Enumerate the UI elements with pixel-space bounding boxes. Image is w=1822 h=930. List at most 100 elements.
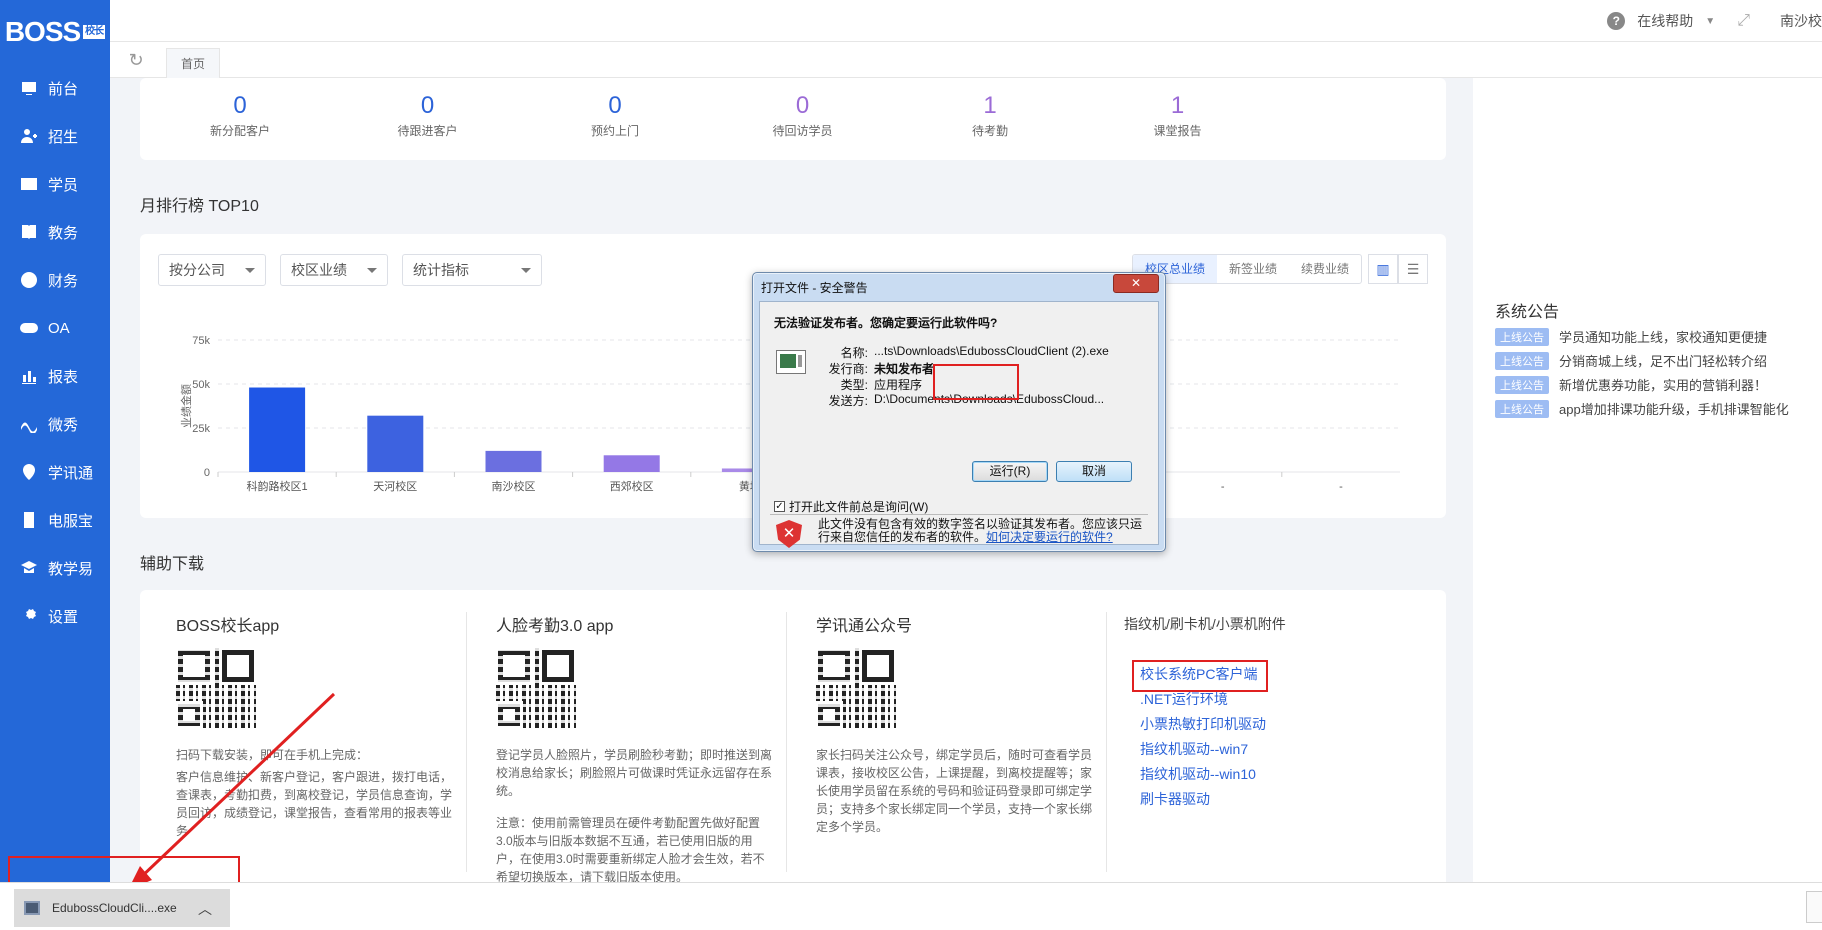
stat-value: 0 <box>233 92 247 119</box>
notice-item[interactable]: 上线公告 app增加排课功能升级，手机排课智能化 <box>1495 399 1789 418</box>
stat-value: 1 <box>983 92 997 119</box>
download-desc: 扫码下载安装，即可在手机上完成： <box>176 748 369 762</box>
run-button[interactable]: 运行(R) <box>972 461 1048 482</box>
boss-app-column: BOSS校长app 扫码下载安装，即可在手机上完成： 客户信息维护、新客户登记，… <box>175 612 456 840</box>
dialog-field: 名称: ...ts\Downloads\EdubossCloudClient (2… <box>810 344 1144 361</box>
chart-bar <box>367 415 424 472</box>
notice-item[interactable]: 上线公告 新增优惠券功能，实用的营销利器！ <box>1495 375 1767 394</box>
sidebar-item-7[interactable]: 报表 <box>0 352 110 400</box>
ranking-title: 月排行榜 TOP10 <box>140 198 259 215</box>
location-icon <box>20 463 38 481</box>
y-tick-label: 50k <box>192 379 210 391</box>
yen-icon <box>20 271 38 289</box>
wechat-column: 学讯通公众号 家长扫码关注公众号，绑定学员后，随时可查看学员课表，接收校区公告，… <box>815 612 1096 836</box>
x-tick-label: 科韵路校区1 <box>247 479 308 493</box>
sidebar-item-label: 设置 <box>48 608 79 626</box>
sidebar-item-6[interactable]: OA <box>0 304 110 352</box>
download-desc: 客户信息维护、新客户登记，客户跟进，拨打电话，查课表，考勤扣费，到离校登记，学员… <box>176 770 453 838</box>
dialog-title: 打开文件 - 安全警告 <box>761 281 868 295</box>
notice-item[interactable]: 上线公告 学员通知功能上线，家校通知更便捷 <box>1495 327 1767 346</box>
download-desc: 登记学员人脸照片，学员刷脸秒考勤；即时推送到离校消息给家长；刷脸照片可做课时凭证… <box>496 748 773 798</box>
sidebar-item-11[interactable]: 教学易 <box>0 544 110 592</box>
sidebar-item-5[interactable]: 财务 <box>0 256 110 304</box>
sidebar-item-label: 电服宝 <box>48 512 94 530</box>
y-axis-label: 业绩金额 <box>179 384 193 428</box>
downloads-title: 辅助下载 <box>140 556 205 573</box>
sidebar-item-9[interactable]: 学讯通 <box>0 448 110 496</box>
stat-item[interactable]: 0 待跟进客户 <box>348 92 508 139</box>
divider <box>466 612 467 872</box>
online-help-link[interactable]: 在线帮助 <box>1637 11 1693 31</box>
exe-file-icon <box>24 901 40 915</box>
cancel-button[interactable]: 取消 <box>1056 461 1132 482</box>
book-icon <box>20 223 38 241</box>
download-bar-close[interactable] <box>1806 891 1822 923</box>
sidebar-item-1[interactable]: 前台 <box>0 64 110 112</box>
download-link[interactable]: 指纹机驱动--win10 <box>1140 762 1266 787</box>
notice-panel: 系统公告 上线公告 学员通知功能上线，家校通知更便捷 上线公告 分销商城上线，足不出门… <box>1473 78 1822 882</box>
sidebar: BOSS 校长 前台 招生学员教务 财务 OA 报表微秀学讯通电服宝教学易设置 <box>0 0 110 882</box>
field-key: 发送方: <box>828 394 868 408</box>
stat-label: 新分配客户 <box>209 124 270 138</box>
download-desc: 注意：使用前需管理员在硬件考勤配置先做好配置3.0版本与旧版本数据不互通，若已使… <box>496 816 765 882</box>
user-name[interactable]: 南沙校 <box>1780 11 1822 31</box>
y-tick-label: 0 <box>204 467 210 479</box>
sidebar-item-2[interactable]: 招生 <box>0 112 110 160</box>
divider <box>770 514 1148 515</box>
refresh-icon[interactable]: ↻ <box>126 50 146 70</box>
stat-item[interactable]: 0 预约上门 <box>535 92 695 139</box>
stat-label: 待考勤 <box>971 124 1008 138</box>
help-link[interactable]: 如何决定要运行的软件? <box>986 530 1113 544</box>
x-tick-label: - <box>1339 481 1343 493</box>
notice-tag: 上线公告 <box>1495 375 1549 394</box>
sidebar-item-label: OA <box>48 319 70 337</box>
monitor-icon <box>20 79 38 97</box>
chevron-down-icon[interactable]: ▼ <box>1705 16 1715 27</box>
stat-label: 预约上门 <box>590 124 639 138</box>
download-item[interactable]: EdubossCloudCli....exe ︿ <box>14 889 230 927</box>
sidebar-item-12[interactable]: 设置 <box>0 592 110 640</box>
qr-code-icon <box>815 647 897 729</box>
notice-title: 系统公告 <box>1495 304 1560 321</box>
sidebar-item-4[interactable]: 教务 <box>0 208 110 256</box>
stat-item[interactable]: 0 待回访学员 <box>723 92 883 139</box>
sidebar-item-label: 微秀 <box>48 416 79 434</box>
download-link[interactable]: 刷卡器驱动 <box>1140 787 1266 812</box>
download-desc: 家长扫码关注公众号，绑定学员后，随时可查看学员课表，接收校区公告，上课提醒，到离… <box>816 748 1093 834</box>
boss-logo[interactable]: BOSS 校长 <box>0 0 110 64</box>
tab-home[interactable]: 首页 <box>166 48 221 78</box>
download-link[interactable]: 小票热敏打印机驱动 <box>1140 712 1266 737</box>
chevron-up-icon[interactable]: ︿ <box>198 899 212 919</box>
checkbox-checked-icon[interactable]: ✓ <box>774 501 785 512</box>
download-title: 学讯通公众号 <box>816 618 913 635</box>
notice-text: 新增优惠券功能，实用的营销利器！ <box>1559 378 1768 393</box>
fullscreen-icon[interactable]: ⤢ <box>1737 12 1750 30</box>
dialog-warning: 此文件没有包含有效的数字签名以验证其发布者。您应该只运行来自您信任的发布者的软件… <box>818 517 1143 544</box>
chart-bar <box>485 450 542 472</box>
sidebar-item-label: 报表 <box>48 368 79 386</box>
dialog-body: 无法验证发布者。您确定要运行此软件吗? 名称: ...ts\Downloads\E… <box>759 301 1159 548</box>
sidebar-item-8[interactable]: 微秀 <box>0 400 110 448</box>
top-bar: ? 在线帮助 ▼ ⤢ 南沙校 <box>110 0 1822 42</box>
close-icon[interactable]: ✕ <box>1113 274 1159 293</box>
y-tick-label: 75k <box>192 335 210 347</box>
field-value: ...ts\Downloads\EdubossCloudClient (2).e… <box>874 344 1109 358</box>
stat-item[interactable]: 0 新分配客户 <box>160 92 320 139</box>
field-key: 类型: <box>840 378 868 392</box>
checkbox-label: 打开此文件前总是询问(W) <box>789 500 929 514</box>
notice-tag: 上线公告 <box>1495 327 1549 346</box>
field-key: 名称: <box>840 346 868 360</box>
stat-item[interactable]: 1 课堂报告 <box>1098 92 1258 139</box>
sidebar-item-10[interactable]: 电服宝 <box>0 496 110 544</box>
stat-item[interactable]: 1 待考勤 <box>910 92 1070 139</box>
sidebar-item-label: 学员 <box>48 176 79 194</box>
notice-item[interactable]: 上线公告 分销商城上线，足不出门轻松转介绍 <box>1495 351 1767 370</box>
download-title: BOSS校长app <box>176 618 280 635</box>
application-icon <box>776 350 806 374</box>
divider <box>1106 612 1107 872</box>
sidebar-item-3[interactable]: 学员 <box>0 160 110 208</box>
divider <box>786 612 787 872</box>
always-ask-checkbox[interactable]: ✓ 打开此文件前总是询问(W) <box>774 498 928 515</box>
help-icon[interactable]: ? <box>1607 12 1626 30</box>
download-link[interactable]: 指纹机驱动--win7 <box>1140 737 1266 762</box>
